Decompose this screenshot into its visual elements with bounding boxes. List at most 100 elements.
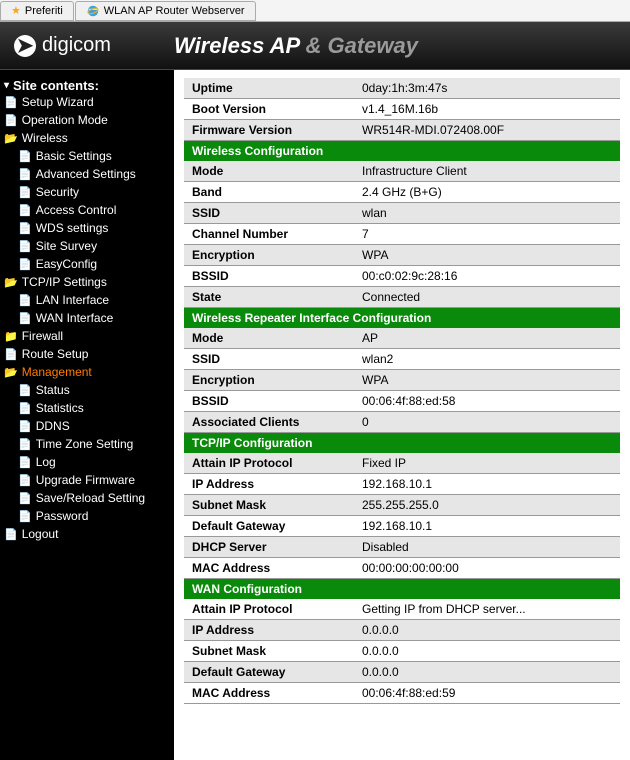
table-row: Associated Clients0 — [184, 412, 620, 433]
row-label: MAC Address — [184, 683, 354, 704]
sidebar-item-password[interactable]: Password — [36, 509, 89, 523]
sidebar-item-wds-settings[interactable]: WDS settings — [36, 221, 109, 235]
table-row: Attain IP ProtocolFixed IP — [184, 453, 620, 474]
table-row: IP Address0.0.0.0 — [184, 620, 620, 641]
table-row: Default Gateway0.0.0.0 — [184, 662, 620, 683]
sidebar-item-firewall[interactable]: Firewall — [22, 329, 63, 343]
table-row: SSIDwlan — [184, 203, 620, 224]
table-row: ModeInfrastructure Client — [184, 161, 620, 182]
title-gray: & Gateway — [305, 33, 418, 58]
section-title: TCP/IP Configuration — [184, 433, 620, 454]
sidebar-item-basic-settings[interactable]: Basic Settings — [36, 149, 112, 163]
row-value: wlan — [354, 203, 620, 224]
row-label: Default Gateway — [184, 662, 354, 683]
sidebar-item-log[interactable]: Log — [36, 455, 56, 469]
sidebar-item-upgrade-firmware[interactable]: Upgrade Firmware — [36, 473, 135, 487]
row-label: BSSID — [184, 391, 354, 412]
table-row: EncryptionWPA — [184, 245, 620, 266]
row-value: v1.4_16M.16b — [354, 99, 620, 120]
status-table: Uptime0day:1h:3m:47sBoot Versionv1.4_16M… — [184, 78, 620, 704]
row-label: IP Address — [184, 620, 354, 641]
row-value: Getting IP from DHCP server... — [354, 599, 620, 620]
row-label: Default Gateway — [184, 516, 354, 537]
sidebar-item-route-setup[interactable]: Route Setup — [22, 347, 89, 361]
title-strong: Wireless AP — [174, 33, 299, 58]
row-value: 00:06:4f:88:ed:58 — [354, 391, 620, 412]
tab-label: Preferiti — [25, 5, 63, 17]
row-value: Disabled — [354, 537, 620, 558]
table-row: DHCP ServerDisabled — [184, 537, 620, 558]
row-label: Attain IP Protocol — [184, 599, 354, 620]
sidebar-item-ddns[interactable]: DDNS — [36, 419, 70, 433]
row-label: MAC Address — [184, 558, 354, 579]
row-label: SSID — [184, 203, 354, 224]
sidebar-item-security[interactable]: Security — [36, 185, 79, 199]
table-row: SSIDwlan2 — [184, 349, 620, 370]
row-value: 0.0.0.0 — [354, 641, 620, 662]
sidebar-item-operation-mode[interactable]: Operation Mode — [22, 113, 108, 127]
section-header: Wireless Configuration — [184, 141, 620, 162]
table-row: Boot Versionv1.4_16M.16b — [184, 99, 620, 120]
row-value: 0 — [354, 412, 620, 433]
row-label: Band — [184, 182, 354, 203]
table-row: EncryptionWPA — [184, 370, 620, 391]
row-value: 0day:1h:3m:47s — [354, 78, 620, 99]
row-value: 00:c0:02:9c:28:16 — [354, 266, 620, 287]
row-label: Encryption — [184, 245, 354, 266]
table-row: MAC Address00:00:00:00:00:00 — [184, 558, 620, 579]
row-label: Subnet Mask — [184, 495, 354, 516]
sidebar-item-save-reload-setting[interactable]: Save/Reload Setting — [36, 491, 145, 505]
nav-tree: Setup Wizard Operation Mode Wireless Bas… — [4, 93, 170, 543]
sidebar-item-time-zone-setting[interactable]: Time Zone Setting — [36, 437, 134, 451]
row-label: Mode — [184, 328, 354, 349]
table-row: BSSID00:06:4f:88:ed:58 — [184, 391, 620, 412]
sidebar-item-tcpip[interactable]: TCP/IP Settings — [22, 275, 107, 289]
row-value: 00:06:4f:88:ed:59 — [354, 683, 620, 704]
row-value: 255.255.255.0 — [354, 495, 620, 516]
sidebar: Site contents: Setup Wizard Operation Mo… — [0, 70, 174, 760]
table-row: ModeAP — [184, 328, 620, 349]
row-value: WR514R-MDI.072408.00F — [354, 120, 620, 141]
tab-page[interactable]: WLAN AP Router Webserver — [75, 1, 256, 21]
row-value: 192.168.10.1 — [354, 474, 620, 495]
page-header: ➤ digicom Wireless AP & Gateway — [0, 22, 630, 70]
sidebar-item-access-control[interactable]: Access Control — [36, 203, 117, 217]
sidebar-item-setup-wizard[interactable]: Setup Wizard — [22, 95, 94, 109]
sidebar-item-wireless[interactable]: Wireless — [22, 131, 68, 145]
table-row: Band2.4 GHz (B+G) — [184, 182, 620, 203]
sidebar-item-status[interactable]: Status — [36, 383, 70, 397]
row-label: Uptime — [184, 78, 354, 99]
row-value: Infrastructure Client — [354, 161, 620, 182]
row-label: SSID — [184, 349, 354, 370]
row-value: 2.4 GHz (B+G) — [354, 182, 620, 203]
sidebar-item-wan-interface[interactable]: WAN Interface — [36, 311, 114, 325]
sidebar-item-statistics[interactable]: Statistics — [36, 401, 84, 415]
tab-label: WLAN AP Router Webserver — [104, 5, 245, 17]
table-row: MAC Address00:06:4f:88:ed:59 — [184, 683, 620, 704]
sidebar-item-management[interactable]: Management — [22, 365, 92, 379]
sidebar-item-logout[interactable]: Logout — [22, 527, 59, 541]
section-title: WAN Configuration — [184, 579, 620, 600]
row-value: 0.0.0.0 — [354, 620, 620, 641]
row-value: Connected — [354, 287, 620, 308]
table-row: StateConnected — [184, 287, 620, 308]
sidebar-item-easyconfig[interactable]: EasyConfig — [36, 257, 97, 271]
tab-favorites[interactable]: ★ Preferiti — [0, 1, 74, 21]
table-row: Default Gateway192.168.10.1 — [184, 516, 620, 537]
table-row: Channel Number7 — [184, 224, 620, 245]
row-value: 7 — [354, 224, 620, 245]
row-label: Attain IP Protocol — [184, 453, 354, 474]
sidebar-item-advanced-settings[interactable]: Advanced Settings — [36, 167, 136, 181]
brand-logo: ➤ digicom — [0, 34, 174, 57]
row-value: wlan2 — [354, 349, 620, 370]
row-label: Associated Clients — [184, 412, 354, 433]
row-value: AP — [354, 328, 620, 349]
section-title: Wireless Configuration — [184, 141, 620, 162]
sidebar-item-lan-interface[interactable]: LAN Interface — [36, 293, 109, 307]
row-value: WPA — [354, 245, 620, 266]
section-header: TCP/IP Configuration — [184, 433, 620, 454]
row-label: BSSID — [184, 266, 354, 287]
row-value: 00:00:00:00:00:00 — [354, 558, 620, 579]
sidebar-item-site-survey[interactable]: Site Survey — [36, 239, 97, 253]
logo-mark-icon: ➤ — [14, 35, 36, 57]
